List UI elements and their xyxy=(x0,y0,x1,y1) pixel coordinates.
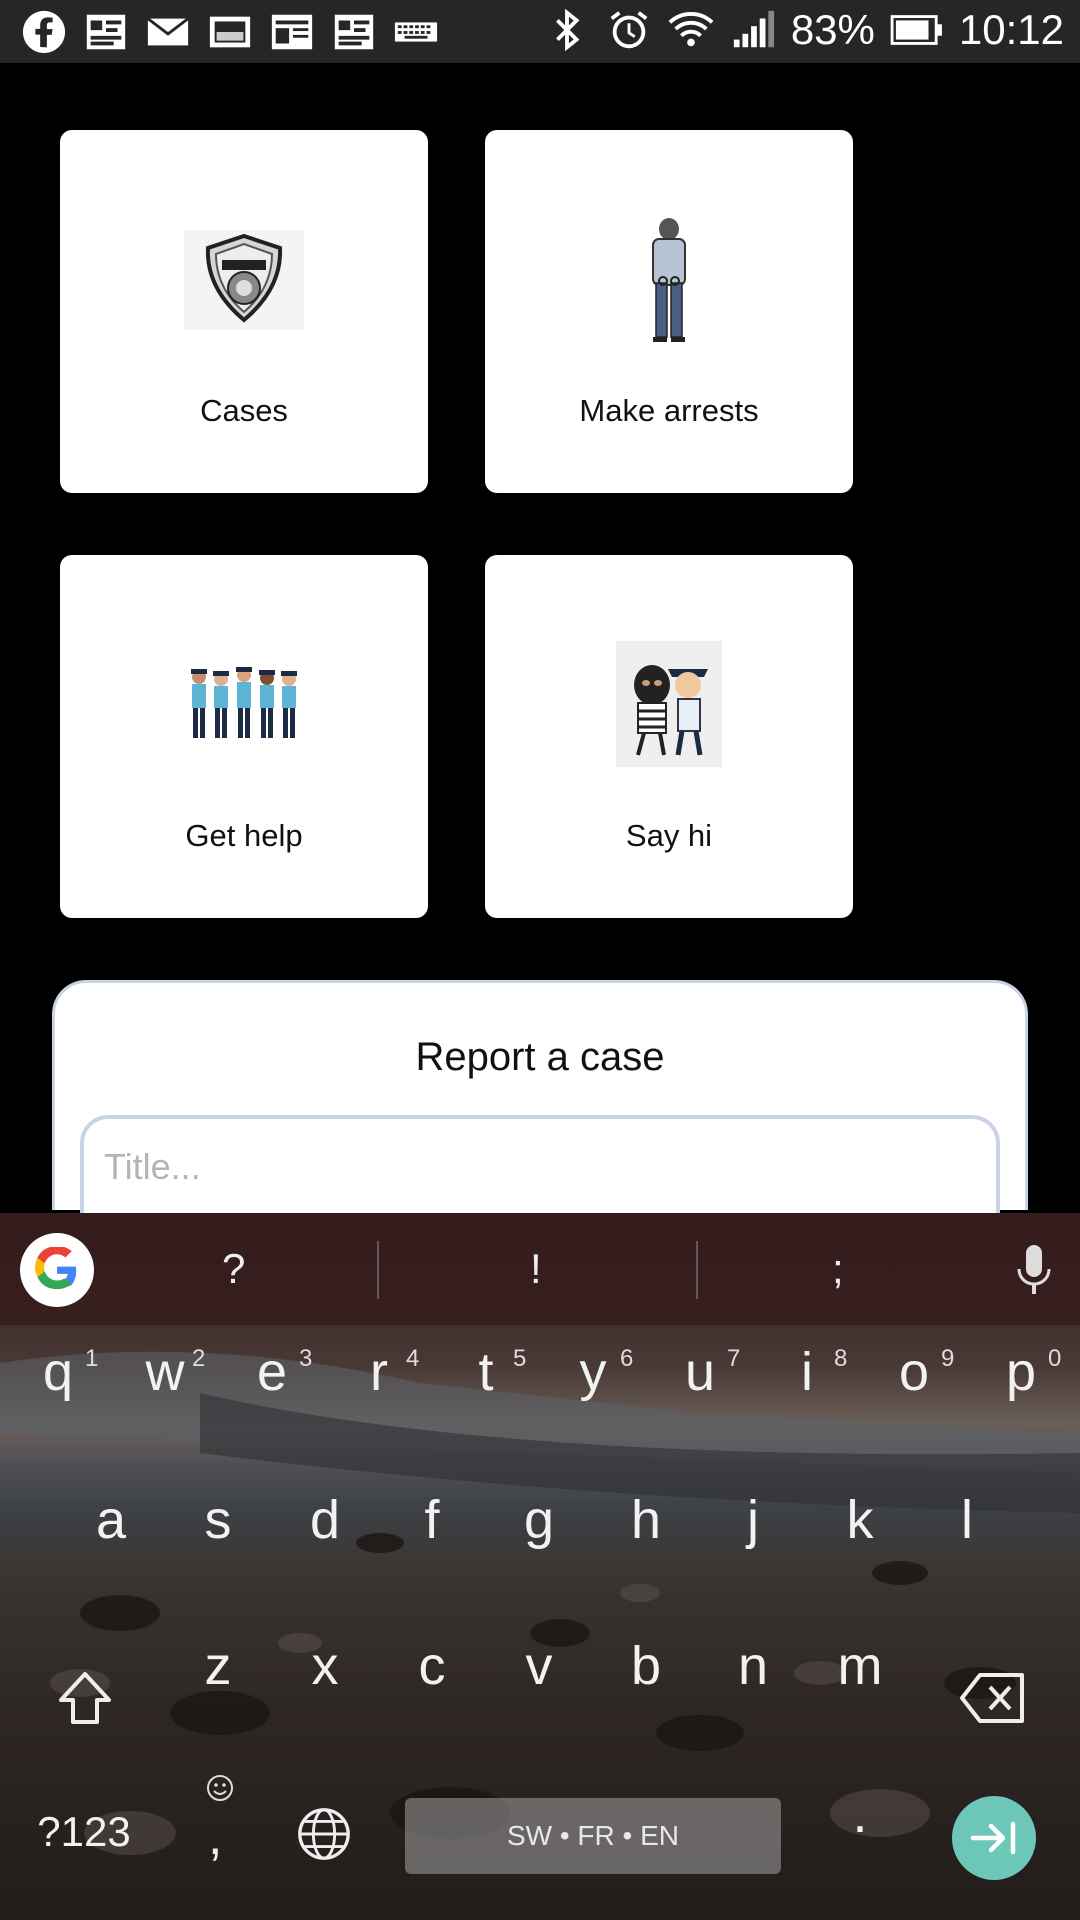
key-number-hint: 8 xyxy=(834,1345,848,1372)
keyboard: ? ! ; q1w2e3r4t5y6u7i8o9p0 asdfghjkl zxc… xyxy=(0,1213,1080,1920)
suggestion-strip: ? ! ; xyxy=(0,1213,1080,1325)
mail-icon xyxy=(144,8,192,56)
keyboard-icon xyxy=(392,8,440,56)
microphone-icon[interactable] xyxy=(1014,1243,1054,1304)
shift-key[interactable] xyxy=(55,1668,115,1728)
facebook-icon xyxy=(20,8,68,56)
gallery-icon xyxy=(82,8,130,56)
emoji-icon xyxy=(207,1775,233,1801)
suggestion-divider xyxy=(696,1241,698,1299)
suggestion-1[interactable]: ? xyxy=(222,1245,245,1293)
shift-icon xyxy=(59,1672,111,1724)
key-v[interactable]: v xyxy=(489,1635,589,1697)
suggestion-3[interactable]: ; xyxy=(832,1245,844,1293)
key-j[interactable]: j xyxy=(703,1489,803,1551)
key-g[interactable]: g xyxy=(489,1489,589,1551)
signal-icon xyxy=(729,6,777,54)
key-h[interactable]: h xyxy=(596,1489,696,1551)
comma-label: , xyxy=(208,1808,223,1866)
tile-say-hi[interactable]: Say hi xyxy=(485,555,853,918)
alarm-icon xyxy=(605,6,653,54)
key-number-hint: 6 xyxy=(620,1345,634,1372)
image-icon xyxy=(206,8,254,56)
key-number-hint: 9 xyxy=(941,1345,955,1372)
key-x[interactable]: x xyxy=(275,1635,375,1697)
news-icon xyxy=(268,8,316,56)
battery-percent: 83% xyxy=(790,6,875,53)
suggestion-divider xyxy=(377,1241,379,1299)
globe-icon xyxy=(298,1808,350,1860)
google-icon[interactable] xyxy=(20,1233,94,1307)
tile-label-say-hi: Say hi xyxy=(625,818,713,853)
backspace-icon xyxy=(960,1673,1024,1723)
wifi-icon xyxy=(667,6,715,54)
symbols-key[interactable]: ?123 xyxy=(34,1808,134,1856)
gallery-icon-2 xyxy=(330,8,378,56)
tile-label-make-arrests: Make arrests xyxy=(579,393,759,428)
notification-icons xyxy=(20,8,440,56)
key-k[interactable]: k xyxy=(810,1489,910,1551)
key-number-hint: 2 xyxy=(192,1345,206,1372)
police-badge-icon xyxy=(184,230,304,330)
tile-make-arrests[interactable]: Make arrests xyxy=(485,130,853,493)
handcuffed-man-icon xyxy=(639,215,699,345)
key-n[interactable]: n xyxy=(703,1635,803,1697)
tile-label-cases: Cases xyxy=(200,393,288,428)
clock: 10:12 xyxy=(958,6,1064,53)
emoji-comma-key[interactable]: , xyxy=(190,1773,250,1873)
police-and-thief-icon xyxy=(616,641,722,767)
key-d[interactable]: d xyxy=(275,1489,375,1551)
key-number-hint: 3 xyxy=(299,1345,313,1372)
police-officers-group-icon xyxy=(187,665,301,741)
space-bar[interactable]: SW • FR • EN xyxy=(405,1798,781,1874)
key-number-hint: 4 xyxy=(406,1345,420,1372)
tile-label-get-help: Get help xyxy=(185,818,303,853)
key-s[interactable]: s xyxy=(168,1489,268,1551)
next-arrow-icon xyxy=(970,1821,1016,1855)
status-bar: 83% 10:12 xyxy=(0,0,1080,63)
report-case-card: Report a case xyxy=(52,980,1028,1215)
key-number-hint: 7 xyxy=(727,1345,741,1372)
backspace-key[interactable] xyxy=(960,1671,1026,1725)
enter-key[interactable] xyxy=(952,1796,1036,1880)
battery-icon xyxy=(889,6,945,54)
tile-cases[interactable]: Cases xyxy=(60,130,428,493)
system-status: 83% 10:12 xyxy=(543,6,1064,54)
period-key[interactable]: . xyxy=(810,1783,910,1845)
suggestion-2[interactable]: ! xyxy=(530,1245,542,1293)
key-number-hint: 0 xyxy=(1048,1345,1062,1372)
app-content: Cases Make arrests Get help Say hi Repor… xyxy=(0,63,1080,1215)
report-case-title: Report a case xyxy=(415,1035,665,1079)
key-number-hint: 1 xyxy=(85,1345,99,1372)
language-key[interactable] xyxy=(295,1805,355,1865)
key-m[interactable]: m xyxy=(810,1635,910,1697)
key-c[interactable]: c xyxy=(382,1635,482,1697)
title-input[interactable] xyxy=(80,1115,1000,1215)
key-b[interactable]: b xyxy=(596,1635,696,1697)
key-l[interactable]: l xyxy=(917,1489,1017,1551)
key-z[interactable]: z xyxy=(168,1635,268,1697)
key-f[interactable]: f xyxy=(382,1489,482,1551)
bluetooth-icon xyxy=(543,6,591,54)
key-number-hint: 5 xyxy=(513,1345,527,1372)
tile-get-help[interactable]: Get help xyxy=(60,555,428,918)
key-a[interactable]: a xyxy=(61,1489,161,1551)
